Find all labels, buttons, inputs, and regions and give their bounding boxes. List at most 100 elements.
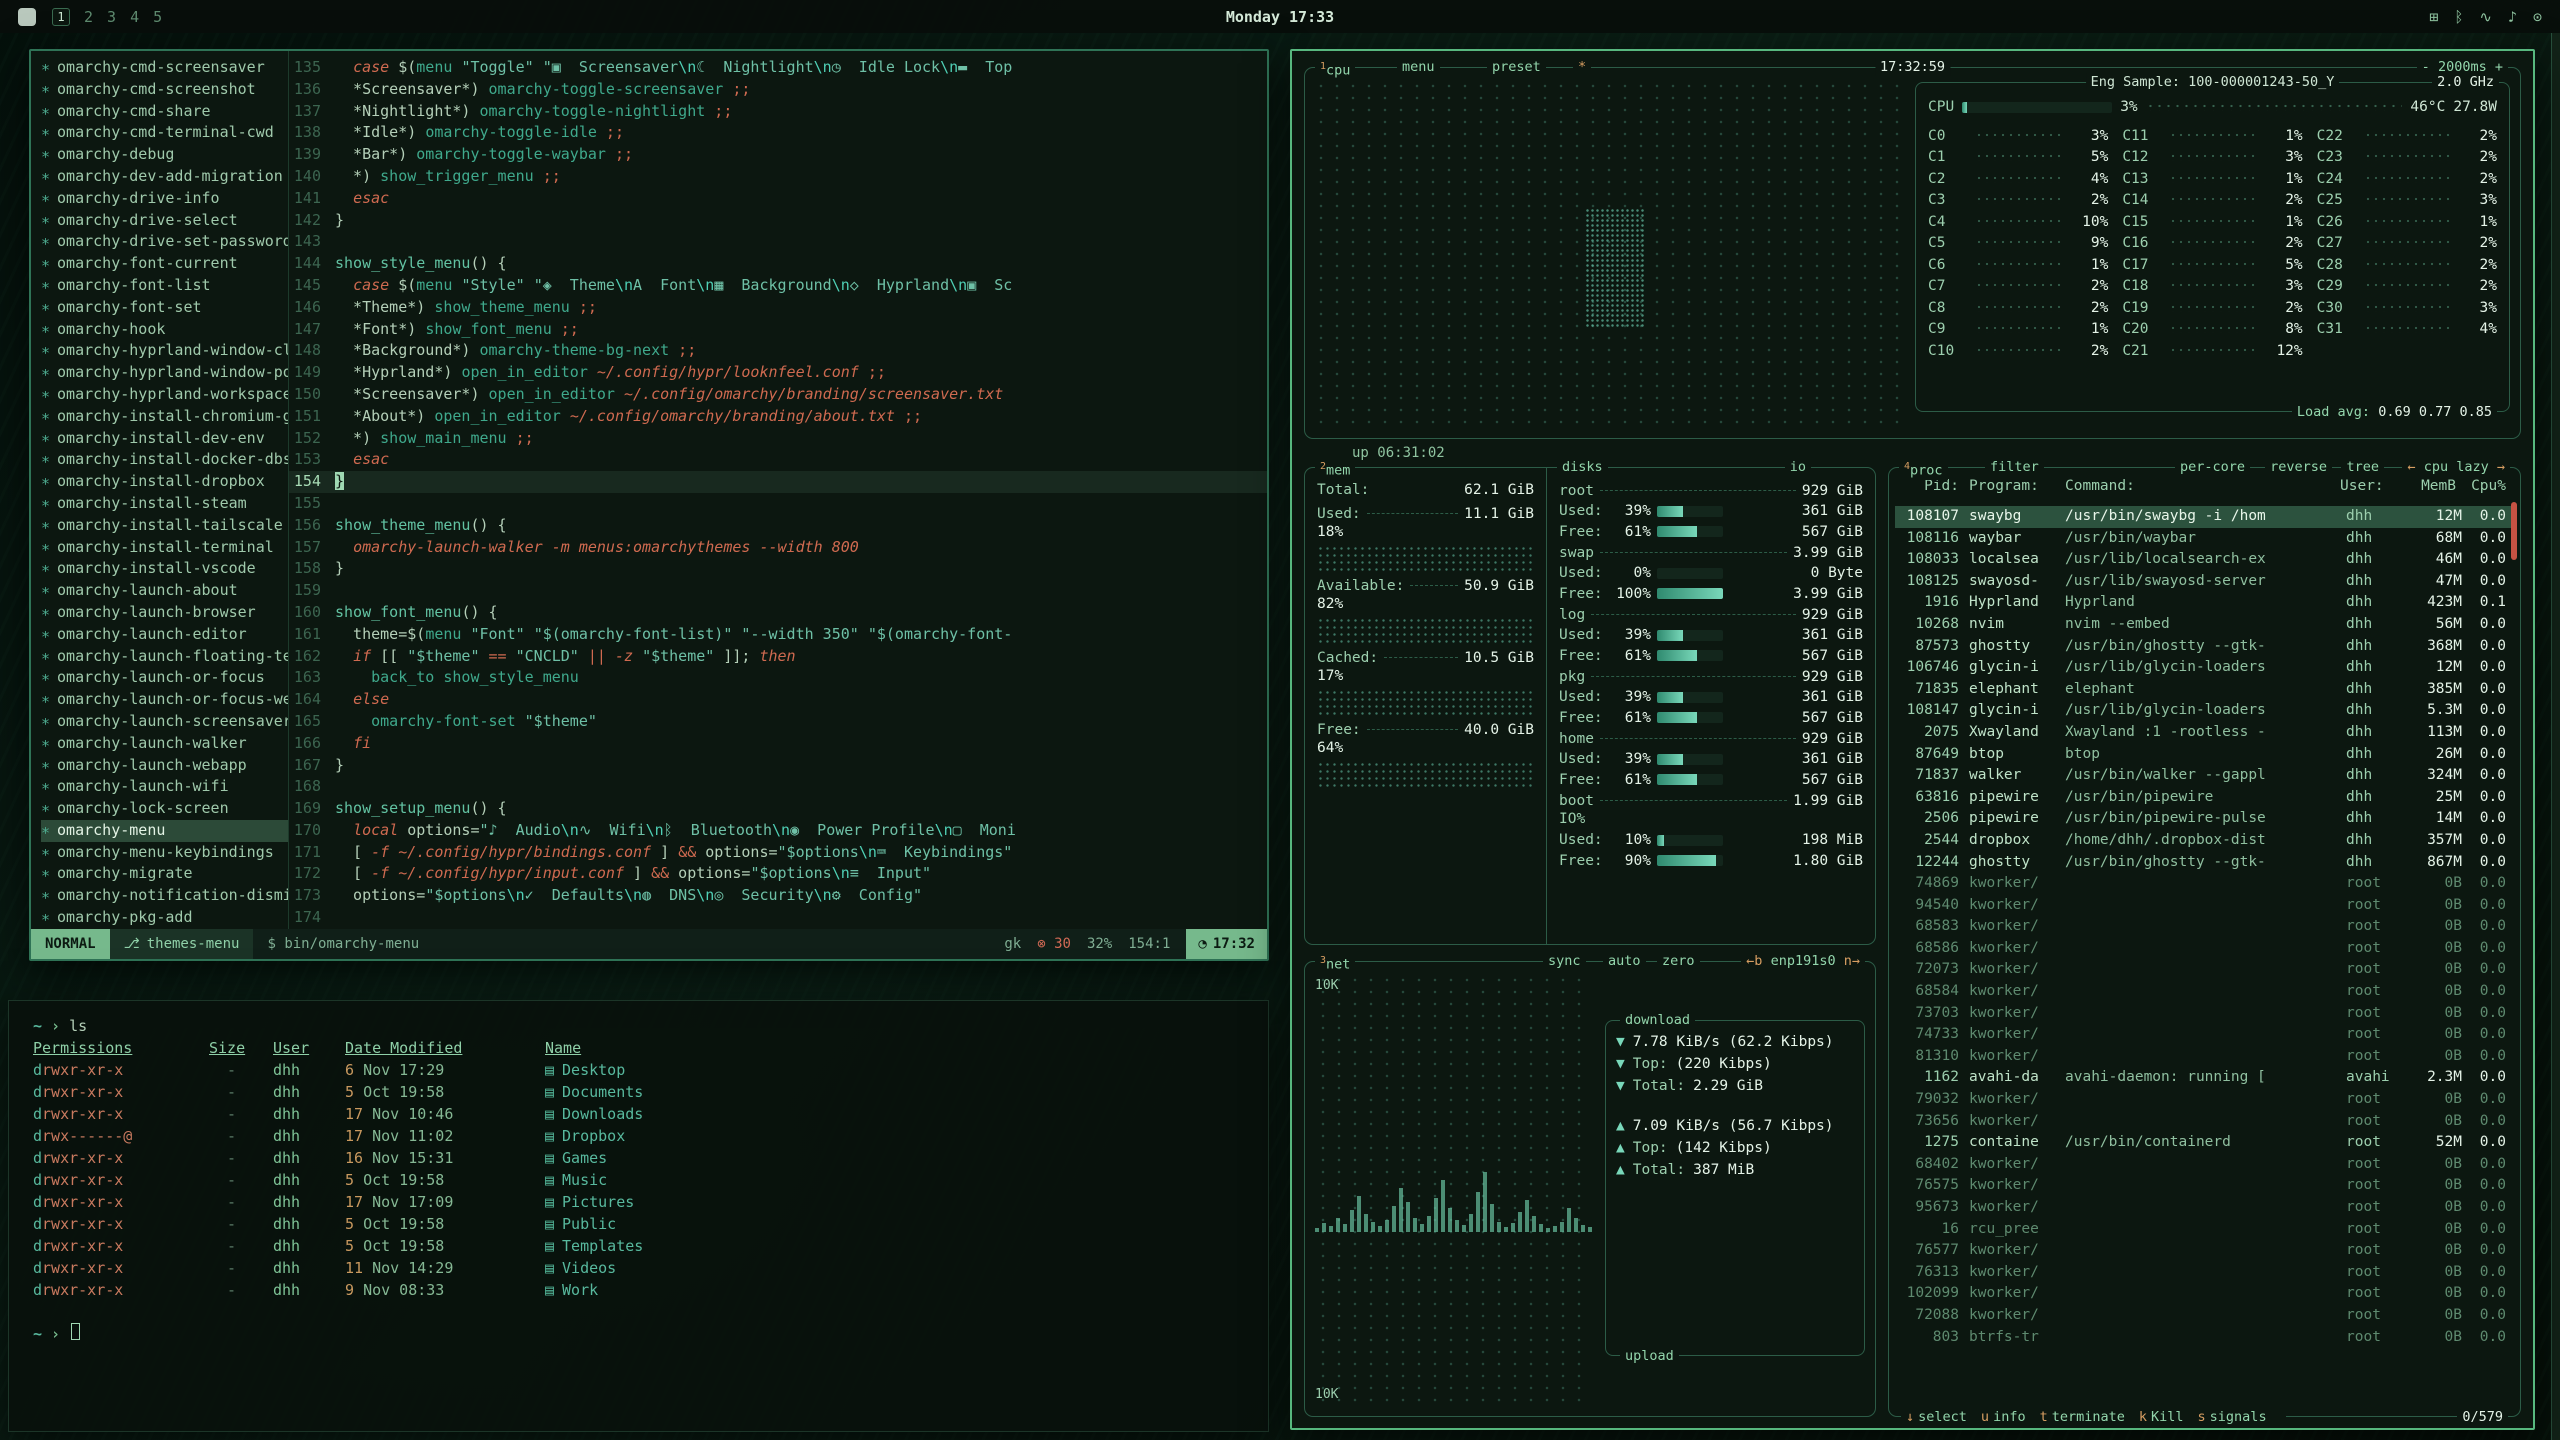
code-line[interactable]: 171 [ -f ~/.config/hypr/bindings.conf ] … xyxy=(289,842,1267,864)
process-row[interactable]: 94540kworker/root0B0.0 xyxy=(1895,895,2514,917)
code-line[interactable]: 163 back_to show_style_menu xyxy=(289,667,1267,689)
network-icon[interactable]: ∿ xyxy=(2479,8,2492,26)
code-line[interactable]: 141 esac xyxy=(289,188,1267,210)
code-area[interactable]: 135 case $(menu "Toggle" "▣ Screensaver\… xyxy=(289,51,1267,929)
net-zero-button[interactable]: zero xyxy=(1657,952,1700,970)
process-row[interactable]: 803btrfs-trroot0B0.0 xyxy=(1895,1327,2514,1349)
bluetooth-icon[interactable]: ᛒ xyxy=(2454,8,2463,26)
file-tree-item[interactable]: ∗omarchy-launch-floating-terminal- xyxy=(41,646,288,668)
code-line[interactable]: 137 *Nightlight*) omarchy-toggle-nightli… xyxy=(289,101,1267,123)
file-tree-item[interactable]: ∗omarchy-lock-screen xyxy=(41,798,288,820)
file-tree-item[interactable]: ∗omarchy-hook xyxy=(41,319,288,341)
code-line[interactable]: 136 *Screensaver*) omarchy-toggle-screen… xyxy=(289,79,1267,101)
code-line[interactable]: 138 *Idle*) omarchy-toggle-idle ;; xyxy=(289,122,1267,144)
process-row[interactable]: 10268nvimnvim --embeddhh56M0.0 xyxy=(1895,614,2514,636)
code-line[interactable]: 159 xyxy=(289,580,1267,602)
code-line[interactable]: 170 local options="♪ Audio\n∿ Wifi\nᛒ Bl… xyxy=(289,820,1267,842)
file-tree-item[interactable]: ∗omarchy-cmd-share xyxy=(41,101,288,123)
file-tree-item[interactable]: ∗omarchy-debug xyxy=(41,144,288,166)
file-tree-item[interactable]: ∗omarchy-notification-dismiss xyxy=(41,885,288,907)
process-row[interactable]: 76313kworker/root0B0.0 xyxy=(1895,1262,2514,1284)
process-row[interactable]: 2075XwaylandXwayland :1 -rootless -dhh11… xyxy=(1895,722,2514,744)
file-tree-item[interactable]: ∗omarchy-launch-webapp xyxy=(41,755,288,777)
code-line[interactable]: 160show_font_menu() { xyxy=(289,602,1267,624)
reverse-button[interactable]: reverse xyxy=(2265,458,2332,476)
code-line[interactable]: 166 fi xyxy=(289,733,1267,755)
file-tree-item[interactable]: ∗omarchy-install-dev-env xyxy=(41,428,288,450)
file-tree-item[interactable]: ∗omarchy-menu-keybindings xyxy=(41,842,288,864)
menu-button[interactable]: menu xyxy=(1397,58,1440,76)
code-line[interactable]: 143 xyxy=(289,231,1267,253)
code-line[interactable]: 157 omarchy-launch-walker -m menus:omarc… xyxy=(289,537,1267,559)
file-tree-item[interactable]: ∗omarchy-install-steam xyxy=(41,493,288,515)
file-tree-item[interactable]: ∗omarchy-launch-or-focus xyxy=(41,667,288,689)
code-line[interactable]: 144show_style_menu() { xyxy=(289,253,1267,275)
proc-column-header[interactable]: Command: xyxy=(2065,478,2340,494)
process-row[interactable]: 71837walker/usr/bin/walker --gappldhh324… xyxy=(1895,765,2514,787)
code-line[interactable]: 156show_theme_menu() { xyxy=(289,515,1267,537)
prompt-line-2[interactable]: ~ › xyxy=(33,1323,1268,1345)
terminal-window[interactable]: ~ › ls PermissionsSizeUserDate ModifiedN… xyxy=(8,1000,1269,1432)
file-tree-item[interactable]: ∗omarchy-install-chromium-google-a xyxy=(41,406,288,428)
code-line[interactable]: 174 xyxy=(289,907,1267,929)
net-auto-button[interactable]: auto xyxy=(1603,952,1646,970)
file-tree-item[interactable]: ∗omarchy-menu xyxy=(41,820,288,842)
file-tree-item[interactable]: ∗omarchy-hyprland-workspace-toggle xyxy=(41,384,288,406)
process-row[interactable]: 106746glycin-i/usr/lib/glycin-loadersdhh… xyxy=(1895,657,2514,679)
workspace-3[interactable]: 3 xyxy=(107,8,116,26)
code-line[interactable]: 168 xyxy=(289,776,1267,798)
code-line[interactable]: 173 options="$options\n✓ Defaults\n◍ DNS… xyxy=(289,885,1267,907)
process-row[interactable]: 79032kworker/root0B0.0 xyxy=(1895,1089,2514,1111)
file-tree-item[interactable]: ∗omarchy-font-set xyxy=(41,297,288,319)
file-tree-item[interactable]: ∗omarchy-install-dropbox xyxy=(41,471,288,493)
code-line[interactable]: 167} xyxy=(289,755,1267,777)
code-line[interactable]: 139 *Bar*) omarchy-toggle-waybar ;; xyxy=(289,144,1267,166)
process-row[interactable]: 76577kworker/root0B0.0 xyxy=(1895,1240,2514,1262)
file-tree-item[interactable]: ∗omarchy-install-tailscale xyxy=(41,515,288,537)
file-tree-item[interactable]: ∗omarchy-drive-set-password xyxy=(41,231,288,253)
per-core-button[interactable]: per-core xyxy=(2175,458,2250,476)
sort-selector[interactable]: ← cpu lazy → xyxy=(2402,458,2510,476)
proc-hint-select[interactable]: ↓select xyxy=(1906,1409,1967,1425)
process-row[interactable]: 81310kworker/root0B0.0 xyxy=(1895,1046,2514,1068)
screencast-icon[interactable]: ⊞ xyxy=(2429,8,2438,26)
process-row[interactable]: 108107swaybg/usr/bin/swaybg -i /homdhh12… xyxy=(1895,506,2514,528)
tree-button[interactable]: tree xyxy=(2341,458,2384,476)
process-row[interactable]: 16rcu_preeroot0B0.0 xyxy=(1895,1219,2514,1241)
file-tree-item[interactable]: ∗omarchy-launch-or-focus-webapp xyxy=(41,689,288,711)
file-tree-item[interactable]: ∗omarchy-drive-info xyxy=(41,188,288,210)
process-row[interactable]: 68584kworker/root0B0.0 xyxy=(1895,981,2514,1003)
cpu-panel-label[interactable]: 1cpu xyxy=(1315,58,1355,80)
process-row[interactable]: 87649btopbtopdhh26M0.0 xyxy=(1895,744,2514,766)
code-line[interactable]: 152 *) show_main_menu ;; xyxy=(289,428,1267,450)
process-row[interactable]: 71835elephantelephantdhh385M0.0 xyxy=(1895,679,2514,701)
process-row[interactable]: 68402kworker/root0B0.0 xyxy=(1895,1154,2514,1176)
workspace-4[interactable]: 4 xyxy=(130,8,139,26)
code-line[interactable]: 148 *Background*) omarchy-theme-bg-next … xyxy=(289,340,1267,362)
file-tree-item[interactable]: ∗omarchy-install-terminal xyxy=(41,537,288,559)
file-tree-item[interactable]: ∗omarchy-migrate xyxy=(41,863,288,885)
workspace-1[interactable]: 1 xyxy=(52,8,70,26)
process-row[interactable]: 2506pipewire/usr/bin/pipewire-pulsedhh14… xyxy=(1895,808,2514,830)
proc-column-header[interactable]: User: xyxy=(2340,478,2398,494)
file-tree-item[interactable]: ∗omarchy-drive-select xyxy=(41,210,288,232)
proc-hint-signals[interactable]: ssignals xyxy=(2198,1409,2267,1425)
filter-button[interactable]: filter xyxy=(1985,458,2044,476)
net-interface[interactable]: ←b enp191s0 n→ xyxy=(1741,952,1865,970)
file-tree-item[interactable]: ∗omarchy-pkg-add xyxy=(41,907,288,929)
proc-scrollbar[interactable] xyxy=(2511,502,2517,560)
code-line[interactable]: 140 *) show_trigger_menu ;; xyxy=(289,166,1267,188)
process-row[interactable]: 63816pipewire/usr/bin/pipewiredhh25M0.0 xyxy=(1895,787,2514,809)
process-row[interactable]: 74733kworker/root0B0.0 xyxy=(1895,1024,2514,1046)
process-row[interactable]: 68586kworker/root0B0.0 xyxy=(1895,938,2514,960)
volume-icon[interactable]: ♪ xyxy=(2508,8,2517,26)
interval-minus-button[interactable]: - xyxy=(2422,59,2430,75)
code-line[interactable]: 135 case $(menu "Toggle" "▣ Screensaver\… xyxy=(289,57,1267,79)
code-line[interactable]: 165 omarchy-font-set "$theme" xyxy=(289,711,1267,733)
workspace-5[interactable]: 5 xyxy=(153,8,162,26)
workspace-2[interactable]: 2 xyxy=(84,8,93,26)
process-row[interactable]: 108125swayosd-/usr/lib/swayosd-serverdhh… xyxy=(1895,571,2514,593)
code-line[interactable]: 151 *About*) open_in_editor ~/.config/om… xyxy=(289,406,1267,428)
file-tree-item[interactable]: ∗omarchy-hyprland-window-close-all xyxy=(41,340,288,362)
btop-window[interactable]: 1cpu menu preset * 17:32:59 - 2000ms + E… xyxy=(1290,49,2535,1430)
